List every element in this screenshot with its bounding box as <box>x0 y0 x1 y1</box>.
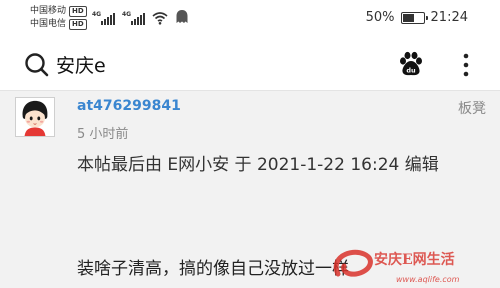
site-watermark-logo: 安庆E网生活 www.aqlife.com <box>333 249 460 284</box>
search-icon[interactable] <box>24 52 50 78</box>
carrier-1-label: 中国移动 <box>30 6 67 16</box>
network-type-1: 4G <box>92 11 102 18</box>
hd-badge-1: HD <box>69 6 87 17</box>
signal-2-icon: 4G <box>122 11 145 25</box>
battery-status: 50% 21:24 <box>366 10 468 25</box>
battery-percent: 50% <box>365 10 395 25</box>
edit-note: 本帖最后由 E网小安 于 2021-1-22 16:24 编辑 <box>77 155 439 175</box>
post-area: at476299841 5 小时前 板凳 本帖最后由 E网小安 于 2021-1… <box>0 90 500 288</box>
carrier-row-2: 中国电信 HD <box>30 18 87 31</box>
watermark-url: www.aqlife.com <box>396 275 460 284</box>
post-time: 5 小时前 <box>77 127 129 142</box>
more-options-icon[interactable] <box>460 51 472 79</box>
search-query[interactable]: 安庆e <box>56 51 106 78</box>
signal-1-icon: 4G <box>92 11 115 25</box>
notification-app-icon <box>176 10 188 23</box>
carrier-info: 中国移动 HD 中国电信 HD <box>30 5 87 31</box>
network-type-2: 4G <box>122 11 132 18</box>
carrier-2-label: 中国电信 <box>30 19 67 29</box>
post-body: 装啥子清高，搞的像自己没放过一样 <box>77 259 349 279</box>
floor-label: 板凳 <box>458 101 486 117</box>
watermark-title: 安庆E网生活 <box>374 251 455 268</box>
battery-icon <box>400 11 428 24</box>
svg-text:du: du <box>406 67 416 75</box>
clock: 21:24 <box>430 10 468 25</box>
search-header: 安庆e du <box>0 40 500 90</box>
signal-indicators: 4G 4G <box>92 9 189 25</box>
author-link[interactable]: at476299841 <box>77 98 181 114</box>
status-bar: 中国移动 HD 中国电信 HD 4G 4G 50% 21:24 <box>0 0 500 40</box>
wifi-icon <box>152 12 168 25</box>
user-avatar[interactable] <box>15 97 55 137</box>
battery-fill <box>402 13 414 22</box>
header-divider <box>0 90 500 91</box>
baidu-paw-icon[interactable]: du <box>397 50 425 78</box>
hd-badge-2: HD <box>69 19 87 30</box>
carrier-row-1: 中国移动 HD <box>30 5 87 18</box>
